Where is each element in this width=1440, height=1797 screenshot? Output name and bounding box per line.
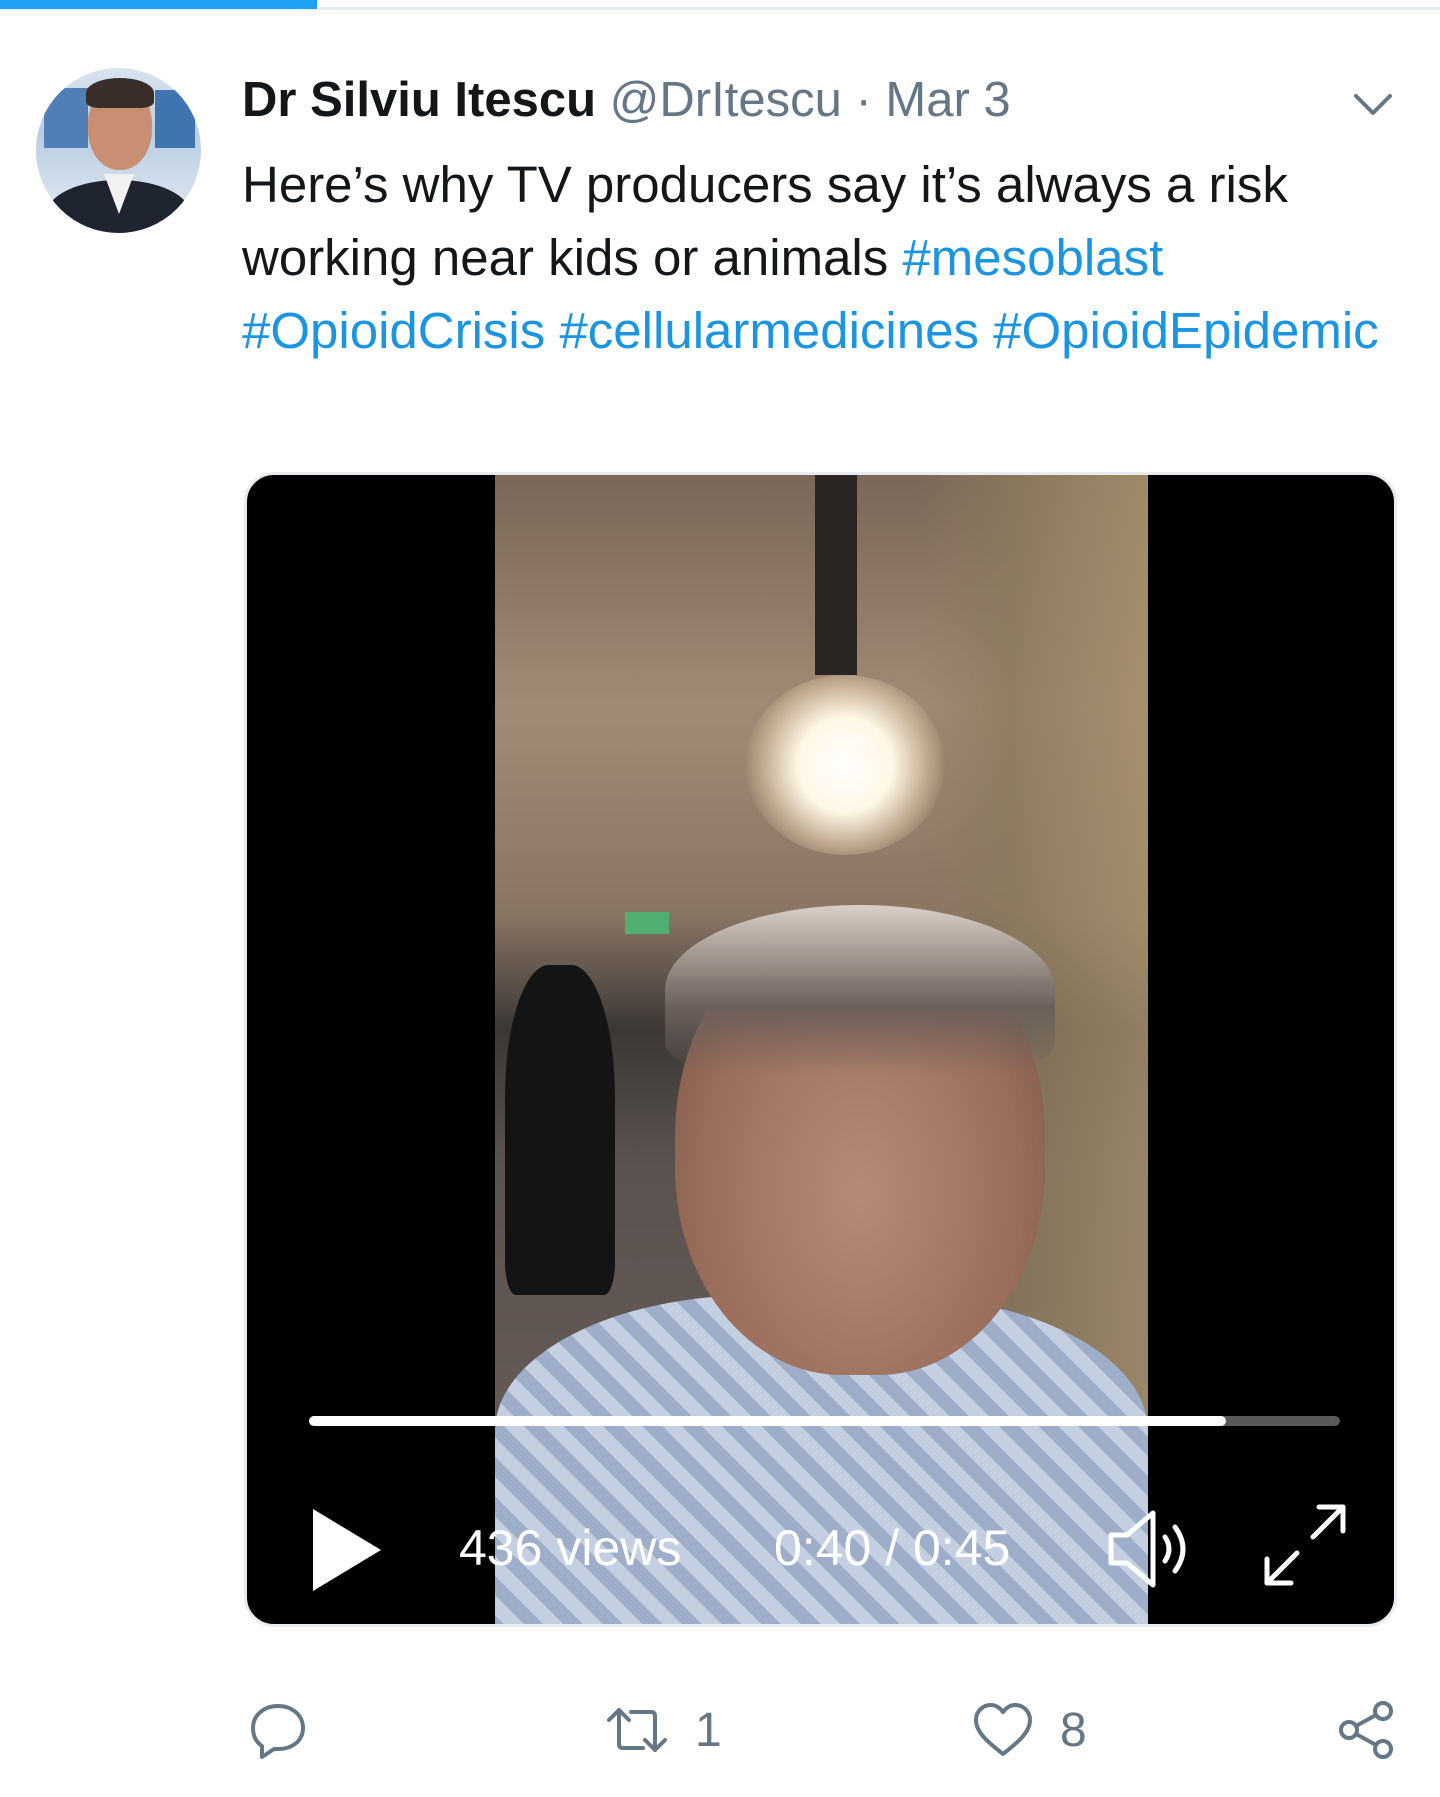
author-name[interactable]: Dr Silviu Itescu [242,73,596,127]
like-button[interactable]: 8 [972,1690,1087,1770]
like-count: 8 [1060,1703,1087,1757]
video-light [745,675,945,855]
tweet-actions: 1 8 [0,1690,1440,1770]
avatar[interactable] [36,68,201,233]
avatar-background [44,88,88,148]
video-exit-sign [625,912,669,934]
chevron-down-icon[interactable] [1350,82,1396,128]
fullscreen-icon[interactable] [1255,1495,1355,1595]
share-button[interactable] [1335,1690,1397,1770]
video-progress-bar[interactable] [309,1416,1340,1426]
retweet-count: 1 [695,1703,722,1757]
reply-icon [248,1700,308,1760]
tweet-date[interactable]: Mar 3 [885,73,1010,127]
share-icon [1335,1699,1397,1761]
play-icon[interactable] [307,1505,387,1595]
hashtag-cellularmedicines[interactable]: #cellularmedicines [559,302,979,359]
tab-indicator [0,0,317,9]
reply-button[interactable] [248,1690,334,1770]
avatar-background-right [155,90,195,148]
video-person-hair [665,905,1055,1075]
video-time: 0:40 / 0:45 [774,1520,1011,1576]
hashtag-opioidcrisis[interactable]: #OpioidCrisis [242,302,545,359]
volume-icon[interactable] [1103,1499,1203,1599]
author-handle[interactable]: @DrItescu [610,73,842,127]
tweet-header: Dr Silviu Itescu @DrItescu · Mar 3 [242,70,1382,130]
hashtag-opioidepidemic[interactable]: #OpioidEpidemic [993,302,1379,359]
view-count: 436 views [459,1520,682,1576]
tweet-text: Here’s why TV producers say it’s always … [242,148,1402,367]
video-player[interactable]: 436 views 0:40 / 0:45 [244,472,1397,1627]
hashtag-mesoblast[interactable]: #mesoblast [902,229,1163,286]
avatar-hair [86,78,154,108]
video-progress-fill [309,1416,1226,1426]
retweet-icon [605,1700,669,1760]
video-background-person [505,965,615,1295]
video-frame [495,475,1148,1624]
separator-dot: · [855,73,872,127]
heart-icon [972,1700,1034,1760]
video-ceiling-fixture [815,475,857,675]
retweet-button[interactable]: 1 [605,1690,722,1770]
